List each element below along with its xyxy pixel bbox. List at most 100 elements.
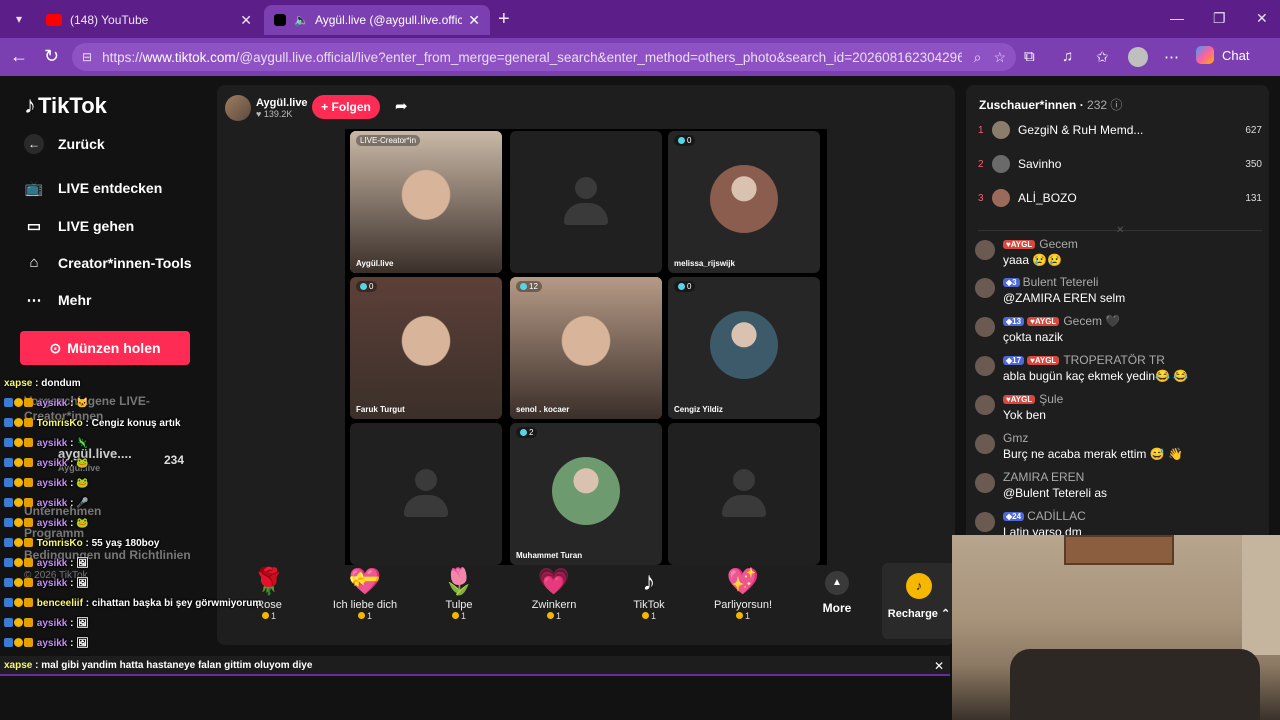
nav-live-explore[interactable]: 📺 LIVE entdecken <box>24 179 163 197</box>
top-viewer-row[interactable]: 1 GezgiN & RuH Memd... 627 <box>978 121 1262 139</box>
guest-name: melissa_rijswijk <box>674 259 735 268</box>
guest-cell[interactable]: 0 melissa_rijswijk <box>668 131 820 273</box>
extensions-icon[interactable]: ⧉ <box>1024 48 1035 65</box>
guest-cell[interactable]: 0 Faruk Turgut <box>350 277 502 419</box>
empty-seat-icon <box>404 469 448 519</box>
chat-message[interactable]: ◆3 Bulent Tetereli @ZAMIRA EREN selm <box>975 275 1265 305</box>
tab-youtube[interactable]: (148) YouTube ✕ <box>36 5 262 35</box>
guest-video <box>350 277 502 419</box>
gift-cost: 1 <box>703 611 783 621</box>
favorite-star-icon[interactable]: ☆ <box>993 49 1006 66</box>
gift-item[interactable]: 💝 Ich liebe dich 1 <box>325 565 405 621</box>
new-tab-icon[interactable]: + <box>498 8 510 31</box>
guest-cell[interactable]: 0 Cengiz Yildiz <box>668 277 820 419</box>
tiktok-logo[interactable]: ♪ TikTok <box>24 92 107 120</box>
gift-item[interactable]: ♪ TikTok 1 <box>609 565 689 621</box>
copilot-chat-button[interactable]: Chat <box>1196 46 1249 64</box>
host-avatar[interactable] <box>225 95 251 121</box>
gift-icon: 💗 <box>537 566 571 596</box>
collapse-icon[interactable]: ✕ <box>1116 225 1124 236</box>
chat-panel: Zuschauer*innen · 232 ⓘ ✕ 1 GezgiN & RuH … <box>966 85 1269 605</box>
level-badge: ◆13 <box>1003 316 1025 326</box>
close-tab-icon[interactable]: ✕ <box>240 12 252 29</box>
zoom-icon[interactable]: ⌕ <box>974 49 982 66</box>
chat-label: Chat <box>1222 47 1250 63</box>
top-viewer-row[interactable]: 3 ALİ_BOZO 131 <box>978 189 1262 207</box>
camera-icon: ▭ <box>26 218 42 235</box>
music-icon[interactable]: ♫ <box>1062 48 1073 65</box>
badge-icon <box>4 518 13 527</box>
speaker-icon[interactable]: 🔈 <box>294 13 309 27</box>
fan-badge: ♥AYGL <box>1027 316 1060 326</box>
gift-item[interactable]: 🌹 Rose 1 <box>229 565 309 621</box>
chat-message[interactable]: ◆13 ♥AYGL Gecem 🖤 çokta nazik <box>975 314 1265 344</box>
guest-cell[interactable]: 12 senol . kocaer <box>510 277 662 419</box>
chat-message[interactable]: ◆17 ♥AYGL TROPERATÖR TR abla bugün kaç ekme… <box>975 353 1265 383</box>
badge-icon <box>24 598 33 607</box>
tab-list-chevron-icon[interactable]: ▾ <box>8 8 30 30</box>
share-arrow-icon[interactable]: ➦ <box>395 97 408 115</box>
guest-cell[interactable] <box>668 423 820 565</box>
nav-creator-tools[interactable]: ⌂ Creator*innen-Tools <box>24 254 191 271</box>
chat-message[interactable]: ZAMIRA EREN @Bulent Tetereli as <box>975 470 1265 500</box>
gift-item[interactable]: 🌷 Tulpe 1 <box>419 565 499 621</box>
chat-user: ◆13 ♥AYGL Gecem 🖤 <box>1003 314 1120 328</box>
viewer-name: Savinho <box>1018 157 1062 171</box>
favorites-icon[interactable]: ✩ <box>1096 48 1109 66</box>
chat-message[interactable]: ♥AYGL Şule Yok ben <box>975 392 1265 422</box>
gift-item[interactable]: 💖 Parliyorsun! 1 <box>703 565 783 621</box>
get-coins-button[interactable]: ⊙ Münzen holen <box>20 331 190 365</box>
guest-badge: 0 <box>674 135 696 146</box>
overlay-chat-line: aysikk : 🎤 <box>4 498 89 509</box>
tab-tiktok[interactable]: 🔈 Aygül.live (@aygull.live.official ✕ <box>264 5 490 35</box>
nav-go-live[interactable]: ▭ LIVE gehen <box>24 217 134 235</box>
guest-cell[interactable] <box>510 131 662 273</box>
info-icon: ⓘ <box>1110 98 1123 112</box>
avatar <box>992 121 1010 139</box>
nav-more[interactable]: ⋯ Mehr <box>24 291 92 309</box>
more-gifts-button[interactable]: ▲ More <box>813 565 861 615</box>
overlay-chat-line: xapse : dondum <box>4 378 81 389</box>
viewers-header[interactable]: Zuschauer*innen · 232 ⓘ <box>979 96 1122 113</box>
overlay-chat-line: aysikk : 🐸 <box>4 458 89 469</box>
chat-message[interactable]: ♥AYGL Gecem yaaa 😢😢 <box>975 237 1265 267</box>
address-bar[interactable]: ⊟ https://www.tiktok.com/@aygull.live.of… <box>72 43 1016 71</box>
reload-icon[interactable]: ↻ <box>44 46 59 67</box>
chat-text: çokta nazik <box>1003 330 1064 344</box>
recharge-button[interactable]: ♪ Recharge ⌃ <box>882 563 956 639</box>
minimize-icon[interactable]: — <box>1170 10 1184 26</box>
tv-icon: 📺 <box>24 180 44 197</box>
empty-seat-icon <box>564 177 608 227</box>
close-icon[interactable]: ✕ <box>934 659 944 673</box>
chat-user: ♥AYGL Gecem <box>1003 237 1078 251</box>
curtain <box>1242 535 1280 655</box>
close-tab-icon[interactable]: ✕ <box>468 12 480 29</box>
maximize-icon[interactable]: ❐ <box>1213 10 1226 27</box>
guest-cell[interactable]: LIVE-Creator*in Aygül.live <box>350 131 502 273</box>
gift-item[interactable]: 💗 Zwinkern 1 <box>514 565 594 621</box>
more-dots-icon: ⋯ <box>26 292 42 309</box>
gift-icon: 🌹 <box>252 566 286 596</box>
badge-icon <box>24 618 33 627</box>
chat-message[interactable]: Gmz Burç ne acaba merak ettim 😅 👋 <box>975 431 1265 461</box>
guest-cell[interactable]: 2 Muhammet Turan <box>510 423 662 565</box>
gift-name: TikTok <box>633 599 665 611</box>
guest-cell[interactable] <box>350 423 502 565</box>
host-info[interactable]: Aygül.live ♥ 139.2K <box>225 95 308 121</box>
close-window-icon[interactable]: ✕ <box>1256 10 1268 27</box>
badge-icon <box>14 618 23 627</box>
badge-icon <box>14 478 23 487</box>
gift-cost: 1 <box>419 611 499 621</box>
back-arrow-icon[interactable]: ← <box>10 46 28 67</box>
overlay-bottom-message: xapse : mal gibi yandim hatta hastaneye … <box>0 656 950 676</box>
guest-name: Aygül.live <box>356 259 394 268</box>
overlay-text: mal gibi yandim hatta hastaneye falan gi… <box>41 660 313 671</box>
rank: 1 <box>978 124 984 136</box>
rank: 2 <box>978 158 984 170</box>
follow-button[interactable]: + Folgen <box>312 95 380 119</box>
top-viewer-row[interactable]: 2 Savinho 350 <box>978 155 1262 173</box>
more-menu-icon[interactable]: ⋯ <box>1164 48 1179 66</box>
back-link[interactable]: ← Zurück <box>24 134 105 154</box>
profile-avatar[interactable] <box>1128 47 1148 67</box>
site-info-icon[interactable]: ⊟ <box>82 50 92 64</box>
